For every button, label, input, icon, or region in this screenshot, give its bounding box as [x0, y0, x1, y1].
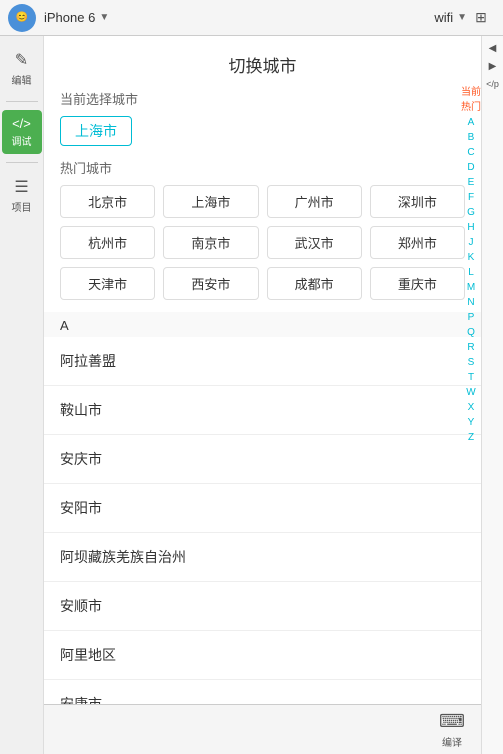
- hot-city-btn[interactable]: 天津市: [60, 267, 155, 300]
- alpha-item[interactable]: W: [466, 386, 475, 400]
- collapse-icon: ◀: [489, 43, 497, 54]
- sidebar-project-label: 项目: [12, 199, 32, 214]
- alpha-item[interactable]: F: [468, 191, 474, 205]
- hot-city-btn[interactable]: 深圳市: [370, 185, 465, 218]
- city-list-item[interactable]: 安庆市: [44, 435, 481, 484]
- alpha-item[interactable]: E: [468, 176, 475, 190]
- debug-icon: </>: [12, 116, 31, 131]
- alpha-item[interactable]: G: [467, 206, 475, 220]
- edit-icon: ✎: [15, 50, 28, 70]
- sidebar-divider-2: [6, 162, 38, 163]
- hot-cities-section: 热门城市 北京市上海市广州市深圳市杭州市南京市武汉市郑州市天津市西安市成都市重庆…: [44, 158, 481, 312]
- alpha-item[interactable]: Z: [468, 431, 474, 445]
- expand-icon: ▶: [489, 61, 497, 72]
- alpha-index: 当前热门ABCDEFGHJKLMNPQRSTWXYZ: [461, 86, 481, 445]
- device-arrow: ▼: [99, 12, 109, 23]
- hot-city-btn[interactable]: 成都市: [267, 267, 362, 300]
- city-list-item[interactable]: 阿拉善盟: [44, 337, 481, 386]
- hot-city-btn[interactable]: 重庆市: [370, 267, 465, 300]
- alpha-item[interactable]: X: [468, 401, 475, 415]
- current-city-label: 当前选择城市: [60, 89, 465, 108]
- phone-frame: 切换城市 当前选择城市 上海市 热门城市 北京市上海市广州市深圳市杭州市南京市武…: [44, 36, 481, 754]
- alpha-item[interactable]: 当前: [461, 86, 481, 100]
- hot-city-btn[interactable]: 杭州市: [60, 226, 155, 259]
- alpha-item[interactable]: N: [467, 296, 474, 310]
- hot-city-btn[interactable]: 上海市: [163, 185, 258, 218]
- city-list-item[interactable]: 安阳市: [44, 484, 481, 533]
- city-list-item[interactable]: 鞍山市: [44, 386, 481, 435]
- sidebar-divider: [6, 101, 38, 102]
- right-panel-btn-2[interactable]: ▶: [484, 58, 502, 74]
- alpha-item[interactable]: H: [467, 221, 474, 235]
- left-sidebar: ✎ 编辑 </> 调试 ☰ 项目: [0, 36, 44, 754]
- page-title: 切换城市: [44, 36, 481, 89]
- alpha-item[interactable]: 热门: [461, 101, 481, 115]
- menu-icon: ⊞: [475, 9, 487, 26]
- alpha-item[interactable]: T: [468, 371, 474, 385]
- project-icon: ☰: [14, 177, 28, 197]
- sidebar-item-project[interactable]: ☰ 项目: [2, 171, 42, 220]
- device-selector[interactable]: iPhone 6 ▼: [44, 10, 109, 25]
- bottom-toolbar: ⌨ 编译: [44, 704, 481, 754]
- sidebar-item-debug[interactable]: </> 调试: [2, 110, 42, 154]
- alpha-item[interactable]: K: [468, 251, 475, 265]
- hot-cities-label: 热门城市: [60, 158, 465, 177]
- toolbar-menu-button[interactable]: ⊞: [467, 4, 495, 32]
- alpha-item[interactable]: A: [468, 116, 475, 130]
- phone-content[interactable]: 切换城市 当前选择城市 上海市 热门城市 北京市上海市广州市深圳市杭州市南京市武…: [44, 36, 481, 754]
- alpha-item[interactable]: C: [467, 146, 474, 160]
- hot-cities-grid: 北京市上海市广州市深圳市杭州市南京市武汉市郑州市天津市西安市成都市重庆市: [60, 185, 465, 300]
- translate-icon: ⌨: [439, 711, 465, 732]
- code-tag-icon: </p: [486, 79, 499, 89]
- alpha-item[interactable]: J: [469, 236, 474, 250]
- city-list-item[interactable]: 阿里地区: [44, 631, 481, 680]
- right-panel-btn-3[interactable]: </p: [484, 76, 502, 92]
- hot-city-btn[interactable]: 广州市: [267, 185, 362, 218]
- current-city-section: 当前选择城市 上海市: [44, 89, 481, 158]
- sidebar-debug-label: 调试: [12, 133, 32, 148]
- sidebar-edit-label: 编辑: [12, 72, 32, 87]
- city-list-item[interactable]: 阿坝藏族羌族自治州: [44, 533, 481, 582]
- alpha-item[interactable]: P: [468, 311, 475, 325]
- hot-city-btn[interactable]: 西安市: [163, 267, 258, 300]
- wifi-label: wifi: [434, 10, 453, 25]
- avatar: 😊: [8, 4, 36, 32]
- city-list-item[interactable]: 安顺市: [44, 582, 481, 631]
- wifi-arrow: ▼: [457, 12, 467, 23]
- alpha-item[interactable]: S: [468, 356, 475, 370]
- alpha-item[interactable]: D: [467, 161, 474, 175]
- alpha-item[interactable]: Y: [468, 416, 475, 430]
- alpha-item[interactable]: L: [468, 266, 474, 280]
- alpha-item[interactable]: Q: [467, 326, 475, 340]
- hot-city-btn[interactable]: 南京市: [163, 226, 258, 259]
- alpha-item[interactable]: B: [468, 131, 475, 145]
- current-city-chip[interactable]: 上海市: [60, 116, 132, 146]
- hot-city-btn[interactable]: 郑州市: [370, 226, 465, 259]
- bottom-translate-btn[interactable]: ⌨ 编译: [431, 707, 473, 753]
- hot-city-btn[interactable]: 武汉市: [267, 226, 362, 259]
- main-area: 切换城市 当前选择城市 上海市 热门城市 北京市上海市广州市深圳市杭州市南京市武…: [44, 36, 481, 754]
- hot-city-btn[interactable]: 北京市: [60, 185, 155, 218]
- toolbar: 😊 iPhone 6 ▼ wifi ▼ ⊞: [0, 0, 503, 36]
- alpha-group-header: A: [44, 312, 481, 337]
- device-label: iPhone 6: [44, 10, 95, 25]
- sidebar-item-edit[interactable]: ✎ 编辑: [2, 44, 42, 93]
- translate-label: 编译: [442, 734, 462, 749]
- city-list: A阿拉善盟鞍山市安庆市安阳市阿坝藏族羌族自治州安顺市阿里地区安康市: [44, 312, 481, 729]
- wifi-selector[interactable]: wifi ▼: [434, 10, 467, 25]
- right-panel: ◀ ▶ </p: [481, 36, 503, 754]
- right-panel-btn-1[interactable]: ◀: [484, 40, 502, 56]
- alpha-item[interactable]: R: [467, 341, 474, 355]
- alpha-item[interactable]: M: [467, 281, 475, 295]
